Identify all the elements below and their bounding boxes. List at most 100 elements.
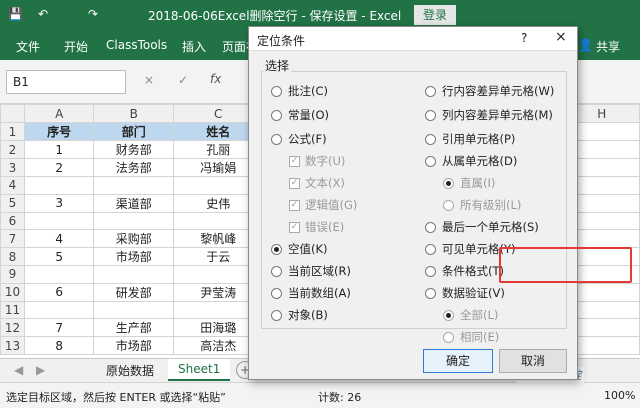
close-button[interactable]: × <box>555 29 567 45</box>
row-header[interactable]: 5 <box>0 193 25 213</box>
direct-radio[interactable]: 直属(I) <box>443 175 495 191</box>
next-sheet-icon[interactable]: ▶ <box>36 363 45 377</box>
cancel-icon[interactable]: × <box>144 73 154 87</box>
sheet-tab-sheet1[interactable]: Sheet1 <box>168 359 231 381</box>
row-header[interactable]: 13 <box>0 336 25 355</box>
row-header[interactable]: 9 <box>0 265 25 284</box>
sheet-tab-original[interactable]: 原始数据 <box>96 359 164 381</box>
option-label: 逻辑值(G) <box>305 198 358 212</box>
cell[interactable] <box>93 211 174 230</box>
row-header[interactable]: 10 <box>0 282 25 302</box>
ok-button[interactable]: 确定 <box>423 349 493 373</box>
option-label: 当前区域(R) <box>288 264 351 278</box>
row-header[interactable]: 3 <box>0 158 25 177</box>
cell[interactable] <box>93 300 174 319</box>
radio-icon <box>271 265 282 277</box>
error-checkbox[interactable]: ✓ 错误(E) <box>289 219 344 235</box>
tab-file[interactable]: 文件 <box>16 38 40 55</box>
fx-icon[interactable]: fx <box>210 72 221 86</box>
share-button[interactable]: 共享 <box>596 38 620 55</box>
constant-radio[interactable]: 常量(O) <box>271 107 329 123</box>
logical-checkbox[interactable]: ✓ 逻辑值(G) <box>289 197 357 213</box>
cell[interactable]: 5 <box>23 247 95 266</box>
last-cell-radio[interactable]: 最后一个单元格(S) <box>425 219 539 235</box>
cell[interactable]: 4 <box>23 229 95 248</box>
cell[interactable]: 3 <box>23 193 95 213</box>
save-icon[interactable]: 💾 <box>8 7 23 21</box>
cell[interactable] <box>23 176 95 195</box>
dependents-radio[interactable]: 从属单元格(D) <box>425 153 517 169</box>
group-label: 选择 <box>263 57 292 74</box>
row-header[interactable]: 8 <box>0 247 25 266</box>
note-radio[interactable]: 批注(C) <box>271 83 328 99</box>
column-header[interactable]: B <box>93 104 174 123</box>
precedents-radio[interactable]: 引用单元格(P) <box>425 131 515 147</box>
cell[interactable]: 法务部 <box>93 158 174 177</box>
object-radio[interactable]: 对象(B) <box>271 307 328 323</box>
column-header[interactable]: A <box>23 104 95 123</box>
row-header[interactable]: 7 <box>0 229 25 248</box>
cell[interactable]: 8 <box>23 336 95 355</box>
cell[interactable]: 渠道部 <box>93 193 174 213</box>
col-diff-radio[interactable]: 列内容差异单元格(M) <box>425 107 553 123</box>
text-checkbox[interactable]: ✓ 文本(X) <box>289 175 345 191</box>
valid-all-radio[interactable]: 全部(L) <box>443 307 498 323</box>
go-to-special-dialog: 定位条件 ? × 选择 批注(C) 常量(O) 公式(F) ✓ 数字(U) ✓ 文本(X) ✓… <box>248 26 632 380</box>
corner-cell[interactable] <box>0 104 25 123</box>
cell[interactable] <box>23 211 95 230</box>
row-header[interactable]: 2 <box>0 140 25 159</box>
radio-icon <box>425 85 436 97</box>
cell[interactable]: 市场部 <box>93 247 174 266</box>
cell[interactable]: 部门 <box>93 122 174 141</box>
login-button[interactable]: 登录 <box>414 5 456 25</box>
redo-icon[interactable]: ↷ <box>88 7 98 21</box>
cell[interactable]: 市场部 <box>93 336 174 355</box>
cell[interactable]: 6 <box>23 282 95 302</box>
row-header[interactable]: 4 <box>0 176 25 195</box>
option-label: 从属单元格(D) <box>442 154 518 168</box>
cell[interactable] <box>93 265 174 284</box>
zoom-level[interactable]: 100% <box>604 389 635 402</box>
cell[interactable]: 生产部 <box>93 318 174 337</box>
cell[interactable]: 序号 <box>23 122 95 141</box>
checkbox-icon: ✓ <box>289 221 300 233</box>
tab-insert[interactable]: 插入 <box>182 38 206 55</box>
help-button[interactable]: ? <box>521 31 527 45</box>
cell[interactable]: 1 <box>23 140 95 159</box>
current-region-radio[interactable]: 当前区域(R) <box>271 263 351 279</box>
data-validation-radio[interactable]: 数据验证(V) <box>425 285 505 301</box>
blank-radio[interactable]: 空值(K) <box>271 241 328 257</box>
all-levels-radio[interactable]: 所有级别(L) <box>443 197 521 213</box>
radio-icon <box>425 243 436 255</box>
option-label: 错误(E) <box>305 220 345 234</box>
cancel-button[interactable]: 取消 <box>499 349 567 373</box>
cond-format-radio[interactable]: 条件格式(T) <box>425 263 504 279</box>
cell[interactable]: 7 <box>23 318 95 337</box>
name-box[interactable]: B1 <box>6 70 126 94</box>
current-array-radio[interactable]: 当前数组(A) <box>271 285 351 301</box>
number-checkbox[interactable]: ✓ 数字(U) <box>289 153 345 169</box>
row-header[interactable]: 12 <box>0 318 25 337</box>
status-message: 选定目标区域，然后按 ENTER 或选择“粘贴” <box>6 391 226 404</box>
row-header[interactable]: 1 <box>0 122 25 141</box>
confirm-icon[interactable]: ✓ <box>178 73 188 87</box>
radio-icon <box>425 133 436 145</box>
row-header[interactable]: 6 <box>0 211 25 230</box>
radio-icon <box>425 155 436 167</box>
valid-same-radio[interactable]: 相同(E) <box>443 329 499 345</box>
formula-radio[interactable]: 公式(F) <box>271 131 327 147</box>
row-diff-radio[interactable]: 行内容差异单元格(W) <box>425 83 554 99</box>
option-label: 公式(F) <box>288 132 327 146</box>
tab-classtools[interactable]: ClassTools <box>106 38 167 52</box>
cell[interactable]: 2 <box>23 158 95 177</box>
cell[interactable]: 采购部 <box>93 229 174 248</box>
undo-icon[interactable]: ↶ <box>38 7 48 21</box>
cell[interactable]: 财务部 <box>93 140 174 159</box>
tab-home[interactable]: 开始 <box>64 38 88 55</box>
row-header[interactable]: 11 <box>0 300 25 319</box>
cell[interactable] <box>23 300 95 319</box>
prev-sheet-icon[interactable]: ◀ <box>14 363 23 377</box>
cell[interactable] <box>23 265 95 284</box>
cell[interactable]: 研发部 <box>93 282 174 302</box>
cell[interactable] <box>93 176 174 195</box>
